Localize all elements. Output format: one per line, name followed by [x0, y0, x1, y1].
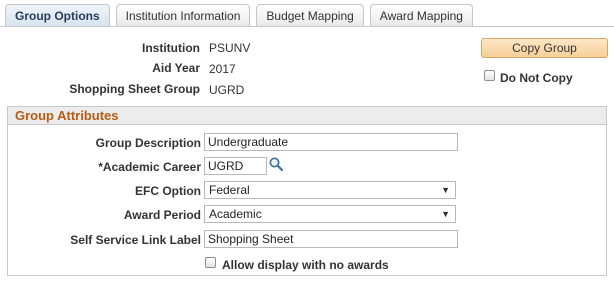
- award-period-value: Academic: [209, 207, 262, 221]
- tab-divider: [0, 26, 614, 27]
- tab-institution-information[interactable]: Institution Information: [115, 4, 251, 26]
- efc-option-label: EFC Option: [135, 184, 201, 198]
- aid-year-value: 2017: [209, 62, 236, 76]
- award-period-label: Award Period: [123, 208, 201, 222]
- tab-bar: Group Options Institution Information Bu…: [5, 4, 479, 27]
- efc-option-select[interactable]: Federal ▼: [204, 181, 456, 199]
- tab-budget-mapping[interactable]: Budget Mapping: [256, 4, 364, 26]
- aid-year-label: Aid Year: [152, 61, 200, 75]
- academic-career-label: *Academic Career: [98, 160, 201, 174]
- tab-award-mapping[interactable]: Award Mapping: [369, 4, 473, 26]
- chevron-down-icon: ▼: [441, 209, 450, 219]
- group-description-label: Group Description: [95, 136, 201, 150]
- self-service-link-label: Self Service Link Label: [70, 233, 201, 247]
- award-period-select[interactable]: Academic ▼: [204, 205, 456, 223]
- tab-group-options[interactable]: Group Options: [5, 4, 110, 27]
- chevron-down-icon: ▼: [441, 185, 450, 195]
- shopping-sheet-group-label: Shopping Sheet Group: [69, 82, 200, 96]
- group-attributes-title: Group Attributes: [15, 108, 119, 123]
- institution-value: PSUNV: [209, 41, 251, 55]
- allow-display-label: Allow display with no awards: [222, 258, 389, 272]
- self-service-link-input[interactable]: Shopping Sheet: [204, 230, 458, 248]
- efc-option-value: Federal: [209, 183, 250, 197]
- institution-label: Institution: [142, 41, 200, 55]
- do-not-copy-label: Do Not Copy: [500, 71, 573, 85]
- group-description-input[interactable]: Undergraduate: [204, 133, 458, 151]
- copy-group-button[interactable]: Copy Group: [481, 38, 608, 58]
- academic-career-input[interactable]: UGRD: [204, 157, 267, 175]
- magnifier-icon[interactable]: [268, 156, 284, 172]
- do-not-copy-checkbox[interactable]: [484, 70, 495, 81]
- allow-display-checkbox[interactable]: [205, 257, 216, 268]
- shopping-sheet-group-value: UGRD: [209, 83, 245, 97]
